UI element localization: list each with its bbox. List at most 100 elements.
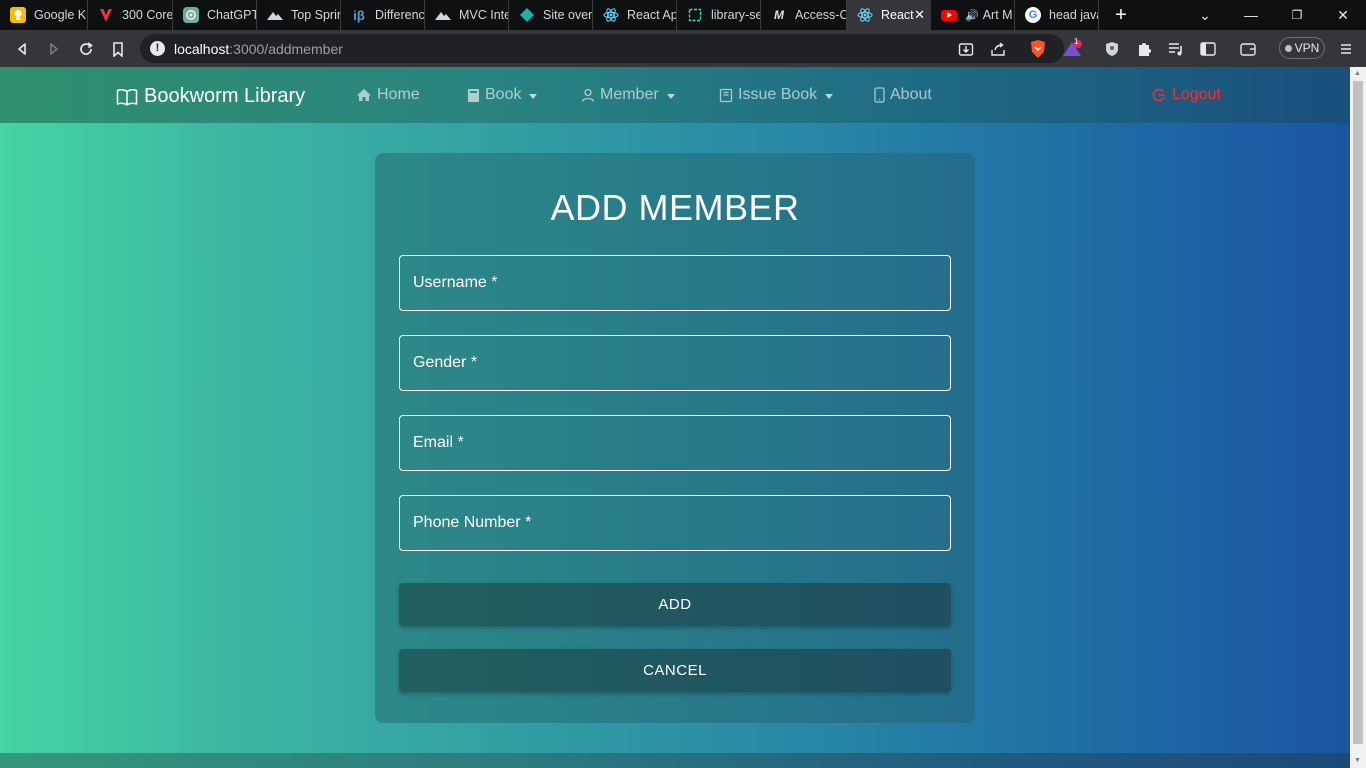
ib-icon: iβ — [353, 7, 365, 23]
new-tab-button[interactable]: + — [1110, 4, 1132, 26]
username-field[interactable] — [399, 255, 951, 311]
keep-icon — [10, 7, 26, 23]
browser-tab[interactable]: library-se — [677, 0, 761, 30]
browser-tab[interactable]: 🔊 Art M — [931, 0, 1015, 30]
page-scrollbar[interactable]: ▲ ▼ — [1350, 67, 1366, 768]
menu-icon[interactable] — [1334, 37, 1358, 61]
chevron-down-icon — [529, 93, 538, 99]
logout-label: Logout — [1172, 86, 1221, 103]
brave-shield-icon[interactable] — [1026, 37, 1050, 61]
nav-book-label: Book — [485, 86, 522, 103]
mountain-icon — [267, 7, 283, 23]
nav-member-label: Member — [600, 86, 659, 103]
phone-number-field[interactable] — [399, 495, 951, 551]
brand-name: Bookworm Library — [144, 85, 306, 107]
react-icon — [603, 7, 619, 23]
app-navbar: Bookworm Library Home Book Member Issue … — [0, 67, 1350, 123]
notification-count: 1 — [1074, 37, 1079, 46]
browser-tab[interactable]: 300 Core — [88, 0, 173, 30]
react-icon — [857, 7, 873, 23]
nav-home[interactable]: Home — [356, 86, 420, 104]
cancel-button[interactable]: CANCEL — [399, 649, 951, 692]
book-icon — [468, 88, 479, 102]
browser-tab[interactable]: React Ap — [593, 0, 677, 30]
install-icon[interactable] — [954, 37, 978, 61]
page-viewport: Bookworm Library Home Book Member Issue … — [0, 67, 1350, 768]
scrollbar-thumb[interactable] — [1353, 81, 1363, 744]
wallet-icon[interactable] — [1236, 37, 1260, 61]
browser-tab-strip: Google K 300 Core ChatGPT Top Sprin iβ D… — [0, 0, 1366, 30]
m-logo-icon: M — [774, 8, 784, 22]
vpn-label: VPN — [1294, 41, 1320, 55]
reload-button[interactable] — [74, 37, 98, 61]
scroll-down-icon[interactable]: ▼ — [1354, 757, 1361, 764]
code-icon — [687, 7, 703, 23]
url-path: :3000/addmember — [229, 41, 343, 57]
logout-button[interactable]: Logout — [1152, 86, 1221, 104]
chevron-down-icon — [825, 93, 834, 99]
email-field[interactable] — [399, 415, 951, 471]
info-icon[interactable]: ! — [150, 41, 165, 56]
browser-tab[interactable]: MVC Inte — [425, 0, 509, 30]
back-button[interactable] — [10, 37, 34, 61]
nav-issue-book-dropdown[interactable]: Issue Book — [719, 86, 834, 104]
nav-book-dropdown[interactable]: Book — [467, 86, 538, 104]
address-bar[interactable]: ! localhost:3000/addmember — [140, 34, 1064, 63]
email-input[interactable] — [400, 416, 950, 470]
mountain-icon — [435, 7, 451, 23]
forward-button[interactable] — [42, 37, 66, 61]
sidebar-icon[interactable] — [1196, 37, 1220, 61]
bookmark-icon[interactable] — [106, 37, 130, 61]
logout-icon — [1152, 88, 1165, 102]
address-url: localhost:3000/addmember — [174, 41, 343, 57]
browser-tab[interactable]: iβ Differenc — [341, 0, 425, 30]
browser-tab[interactable]: G head java — [1015, 0, 1099, 30]
home-icon — [357, 89, 371, 101]
browser-tab[interactable]: Top Sprin — [257, 0, 341, 30]
close-tab-icon[interactable]: ✕ — [914, 7, 925, 23]
chevron-down-icon — [666, 93, 675, 99]
vpn-status-dot — [1284, 44, 1292, 52]
diamond-icon — [519, 7, 535, 23]
brand-link[interactable]: Bookworm Library — [116, 85, 305, 108]
speaker-icon[interactable]: 🔊 — [965, 9, 979, 22]
restore-button[interactable]: ❐ — [1274, 0, 1320, 30]
username-input[interactable] — [400, 256, 950, 310]
user-icon — [581, 88, 595, 102]
add-member-card: ADD MEMBER ADD CANCEL — [375, 153, 975, 723]
nav-home-label: Home — [377, 86, 420, 103]
extensions-icon[interactable] — [1132, 37, 1156, 61]
footer — [0, 753, 1350, 768]
vpn-shield-icon[interactable] — [1100, 37, 1124, 61]
scroll-up-icon[interactable]: ▲ — [1354, 70, 1361, 77]
browser-tab-active[interactable]: React ✕ — [847, 0, 931, 30]
tab-search-icon[interactable]: ⌄ — [1182, 0, 1228, 30]
nav-about-label: About — [890, 86, 932, 103]
share-icon[interactable] — [986, 37, 1010, 61]
issue-book-icon — [719, 88, 733, 102]
nav-about[interactable]: About — [874, 86, 932, 104]
open-book-icon — [116, 88, 138, 106]
phone-icon — [874, 87, 885, 103]
add-button[interactable]: ADD — [399, 583, 951, 626]
browser-tab[interactable]: Google K — [0, 0, 88, 30]
gender-field[interactable] — [399, 335, 951, 391]
nav-issue-book-label: Issue Book — [738, 86, 818, 103]
v-logo-icon — [98, 7, 114, 23]
gender-input[interactable] — [400, 336, 950, 390]
form-title: ADD MEMBER — [550, 187, 800, 228]
nav-member-dropdown[interactable]: Member — [581, 86, 675, 104]
brave-rewards-icon[interactable]: 1 — [1060, 37, 1084, 61]
google-icon: G — [1025, 7, 1041, 23]
minimize-button[interactable]: — — [1228, 0, 1274, 30]
vpn-button[interactable]: VPN — [1279, 37, 1325, 59]
browser-tab[interactable]: ChatGPT — [173, 0, 257, 30]
browser-toolbar: ! localhost:3000/addmember 1 VPN — [0, 30, 1366, 67]
phone-number-input[interactable] — [400, 496, 950, 550]
playlist-icon[interactable] — [1164, 37, 1188, 61]
chatgpt-icon — [183, 7, 199, 23]
browser-tab[interactable]: M Access-C — [761, 0, 847, 30]
browser-tab[interactable]: Site over — [509, 0, 593, 30]
url-host: localhost — [174, 41, 230, 57]
close-window-button[interactable]: ✕ — [1320, 0, 1366, 30]
